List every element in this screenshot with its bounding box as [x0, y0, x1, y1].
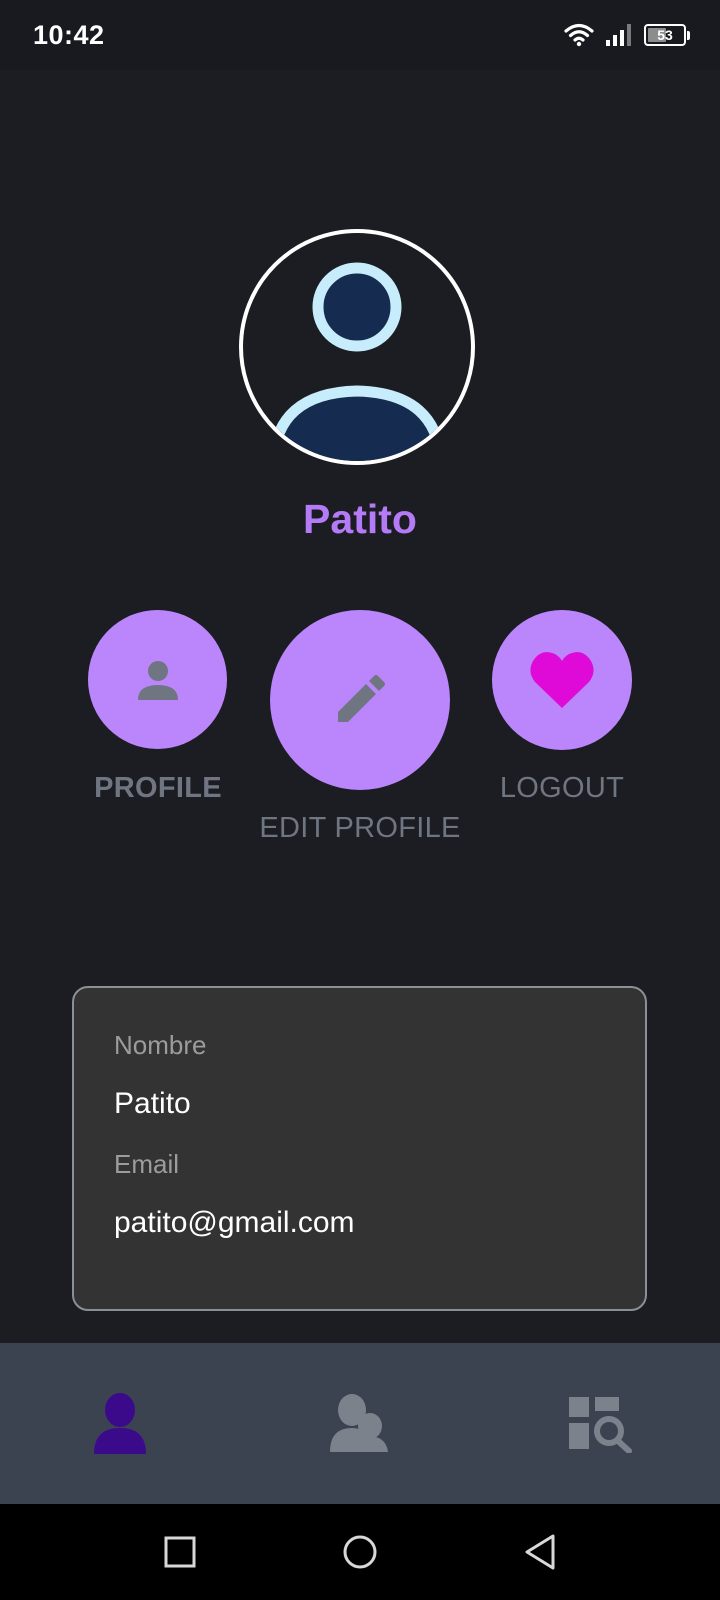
- profile-label: PROFILE: [94, 772, 222, 804]
- back-triangle-icon: [525, 1534, 555, 1570]
- username: Patito: [303, 496, 417, 542]
- square-icon: [164, 1536, 196, 1568]
- nav-search-dashboard[interactable]: [520, 1343, 680, 1504]
- signal-icon: [606, 24, 631, 46]
- edit-profile-label: EDIT PROFILE: [259, 812, 461, 844]
- logout-button[interactable]: [492, 610, 632, 750]
- home-button[interactable]: [330, 1504, 390, 1600]
- status-bar: 10:42 53: [0, 0, 720, 70]
- profile-button[interactable]: [88, 610, 227, 749]
- battery-icon: 53: [644, 24, 690, 46]
- avatar: [239, 229, 475, 465]
- status-icons: 53: [564, 23, 690, 47]
- edit-profile-button[interactable]: [270, 610, 450, 790]
- back-button[interactable]: [510, 1504, 570, 1600]
- people-icon: [330, 1393, 388, 1452]
- system-nav-bar: [0, 1504, 720, 1600]
- battery-level: 53: [657, 27, 673, 43]
- nav-profile[interactable]: [40, 1343, 200, 1504]
- bottom-nav: [0, 1343, 720, 1504]
- name-label: Nombre: [114, 1030, 207, 1060]
- nav-people[interactable]: [280, 1343, 440, 1504]
- pencil-icon: [338, 675, 385, 722]
- person-icon: [137, 660, 178, 700]
- person-icon: [94, 1392, 146, 1454]
- user-info-card: Nombre Patito Email patito@gmail.com: [72, 986, 647, 1311]
- search-dashboard-icon: [569, 1396, 632, 1453]
- logout-label: LOGOUT: [499, 772, 625, 804]
- profile-screen: 10:42 53 Patito PROFILE EDIT PROFILE LOG…: [0, 0, 720, 1600]
- email-value: patito@gmail.com: [114, 1206, 355, 1239]
- wifi-icon: [564, 23, 594, 47]
- recents-button[interactable]: [150, 1504, 210, 1600]
- name-value: Patito: [114, 1087, 191, 1120]
- avatar-person-icon: [267, 262, 447, 461]
- email-label: Email: [114, 1149, 180, 1179]
- status-time: 10:42: [33, 19, 105, 50]
- heart-icon: [530, 652, 594, 708]
- circle-icon: [343, 1535, 377, 1569]
